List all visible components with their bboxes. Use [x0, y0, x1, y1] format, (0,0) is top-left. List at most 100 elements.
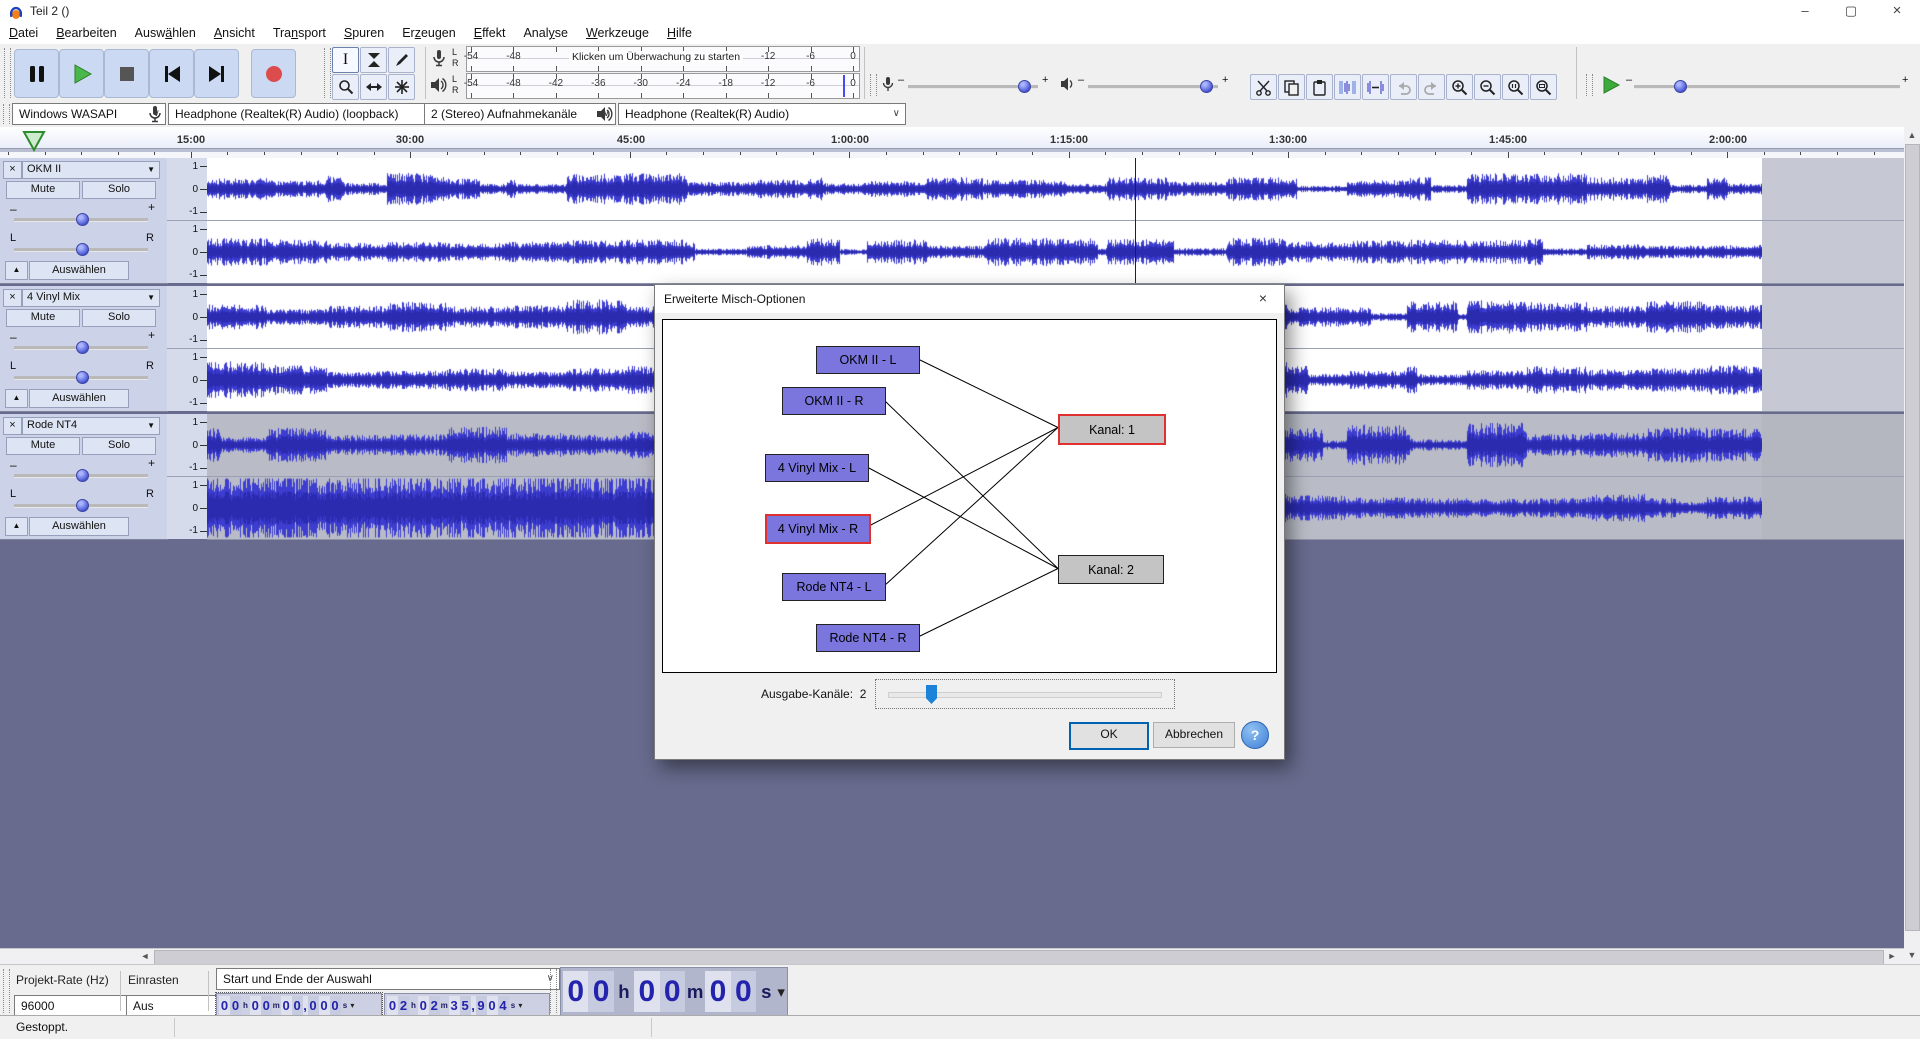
- help-button[interactable]: ?: [1241, 721, 1269, 749]
- vertical-ruler[interactable]: 10-1: [167, 286, 208, 348]
- time-digit[interactable]: 0: [261, 996, 272, 1015]
- gain-slider-thumb[interactable]: [76, 213, 89, 226]
- menu-effekt[interactable]: Effekt: [465, 24, 515, 42]
- play-at-speed-button[interactable]: [1600, 75, 1622, 100]
- time-digit[interactable]: 2: [398, 996, 409, 1015]
- copy-button[interactable]: [1278, 74, 1305, 100]
- empty-track-region[interactable]: [1762, 221, 1904, 284]
- track-control-panel[interactable]: ×OKM II▼MuteSolo–+LR▲Auswählen: [0, 158, 168, 284]
- play-speed-thumb[interactable]: [1674, 80, 1687, 93]
- output-channels-slider[interactable]: [875, 679, 1175, 709]
- record-device-select[interactable]: Headphone (Realtek(R) Audio) (loopback)∨: [168, 103, 446, 125]
- empty-track-region[interactable]: [1762, 286, 1904, 349]
- time-digit[interactable]: h: [241, 996, 250, 1015]
- menu-hilfe[interactable]: Hilfe: [658, 24, 701, 42]
- mute-button[interactable]: Mute: [6, 181, 80, 199]
- track-menu-dropdown-icon[interactable]: ▼: [147, 418, 155, 433]
- time-digit[interactable]: 0: [230, 996, 241, 1015]
- waveform-region[interactable]: [207, 158, 1762, 221]
- record-meter[interactable]: -54-48-12-60Klicken um Überwachung zu st…: [466, 46, 860, 72]
- time-digit[interactable]: 0: [281, 996, 292, 1015]
- track-menu-dropdown-icon[interactable]: ▼: [147, 162, 155, 177]
- select-button[interactable]: Auswählen: [29, 261, 129, 280]
- playback-meter[interactable]: -54-48-42-36-30-24-18-12-60: [466, 73, 860, 99]
- track-menu-dropdown-icon[interactable]: ▼: [147, 290, 155, 305]
- mixer-channel-node[interactable]: Kanal: 2: [1058, 555, 1164, 584]
- gain-slider-thumb[interactable]: [76, 341, 89, 354]
- cut-button[interactable]: [1250, 74, 1277, 100]
- collapse-button[interactable]: ▲: [5, 517, 28, 536]
- menu-erzeugen[interactable]: Erzeugen: [393, 24, 465, 42]
- maximize-button[interactable]: ▢: [1828, 0, 1874, 24]
- time-digit[interactable]: 0: [588, 971, 613, 1012]
- horizontal-scrollbar-thumb[interactable]: [154, 950, 1884, 965]
- skip-end-button[interactable]: [194, 49, 239, 98]
- pan-slider-thumb[interactable]: [76, 499, 89, 512]
- menu-ansicht[interactable]: Ansicht: [205, 24, 264, 42]
- time-digit[interactable]: 0: [387, 996, 398, 1015]
- record-volume-thumb[interactable]: [1018, 80, 1031, 93]
- slider-thumb[interactable]: [926, 685, 937, 704]
- zoom-tool-button[interactable]: [332, 74, 359, 100]
- solo-button[interactable]: Solo: [82, 437, 156, 455]
- time-field-dropdown-icon[interactable]: ▾: [350, 1001, 354, 1010]
- track-title[interactable]: 4 Vinyl Mix▼: [22, 289, 160, 307]
- snap-select[interactable]: Aus∨: [126, 995, 228, 1017]
- scroll-left-icon[interactable]: ◄: [137, 949, 153, 964]
- selection-mode-select[interactable]: Start und Ende der Auswahl∨: [216, 968, 560, 990]
- audio-host-select[interactable]: Windows WASAPI∨: [12, 103, 166, 125]
- vertical-ruler[interactable]: 10-1: [167, 158, 208, 220]
- time-digit[interactable]: 0: [250, 996, 261, 1015]
- ok-button[interactable]: OK: [1069, 722, 1149, 750]
- multi-tool-button[interactable]: [388, 74, 415, 100]
- time-digit[interactable]: 0: [319, 996, 330, 1015]
- scroll-right-icon[interactable]: ►: [1884, 949, 1900, 964]
- mixer-source-node[interactable]: 4 Vinyl Mix - R: [765, 514, 871, 544]
- time-digit[interactable]: 3: [449, 996, 460, 1015]
- track-title[interactable]: OKM II▼: [22, 161, 160, 179]
- waveform[interactable]: [207, 158, 1762, 220]
- mixer-source-node[interactable]: Rode NT4 - L: [782, 573, 886, 601]
- time-digit[interactable]: 4: [498, 996, 509, 1015]
- time-field-dropdown-icon[interactable]: ▾: [518, 1001, 522, 1010]
- time-digit[interactable]: 0: [660, 971, 685, 1012]
- time-digit[interactable]: 9: [476, 996, 487, 1015]
- solo-button[interactable]: Solo: [82, 181, 156, 199]
- gain-slider-thumb[interactable]: [76, 469, 89, 482]
- playback-device-select[interactable]: Headphone (Realtek(R) Audio)∨: [618, 103, 906, 125]
- selection-toolbar-grip[interactable]: [3, 969, 10, 1013]
- time-digit[interactable]: 0: [705, 971, 730, 1012]
- timeline-pin-icon[interactable]: [22, 130, 46, 157]
- vertical-scrollbar[interactable]: ▲ ▼: [1904, 127, 1920, 964]
- vertical-ruler[interactable]: 10-1: [167, 221, 208, 283]
- time-digit[interactable]: h: [409, 996, 418, 1015]
- skip-start-button[interactable]: [149, 49, 194, 98]
- pause-button[interactable]: [14, 49, 59, 98]
- track-close-icon[interactable]: ×: [3, 161, 22, 179]
- time-digit[interactable]: 0: [731, 971, 756, 1012]
- zoomsel-button[interactable]: [1502, 74, 1529, 100]
- mixer-toolbar-grip[interactable]: [870, 74, 877, 96]
- mixer-source-node[interactable]: Rode NT4 - R: [816, 624, 920, 652]
- dialog-title-bar[interactable]: Erweiterte Misch-Optionen ×: [655, 285, 1284, 313]
- time-field-dropdown-icon[interactable]: ▾: [777, 983, 785, 1001]
- time-digit[interactable]: 5: [460, 996, 471, 1015]
- mixer-source-node[interactable]: OKM II - R: [782, 387, 886, 415]
- tools-toolbar-grip[interactable]: [324, 48, 331, 98]
- track-control-panel[interactable]: ×Rode NT4▼MuteSolo–+LR▲Auswählen: [0, 414, 168, 540]
- device-toolbar-grip[interactable]: [3, 104, 10, 124]
- playback-volume-thumb[interactable]: [1200, 80, 1213, 93]
- collapse-button[interactable]: ▲: [5, 389, 28, 408]
- track-close-icon[interactable]: ×: [3, 289, 22, 307]
- meter-monitor-message[interactable]: Klicken um Überwachung zu starten: [569, 51, 743, 63]
- time-digit[interactable]: 2: [429, 996, 440, 1015]
- zoomin-button[interactable]: [1446, 74, 1473, 100]
- time-digit[interactable]: 0: [418, 996, 429, 1015]
- time-digit[interactable]: 0: [330, 996, 341, 1015]
- redo-button[interactable]: [1418, 74, 1445, 100]
- scroll-up-icon[interactable]: ▲: [1904, 127, 1920, 143]
- time-digit[interactable]: 0: [219, 996, 230, 1015]
- horizontal-scrollbar[interactable]: ◄ ►: [0, 948, 1904, 965]
- envelope-tool-button[interactable]: [360, 47, 387, 73]
- playback-volume-slider[interactable]: [1088, 85, 1218, 89]
